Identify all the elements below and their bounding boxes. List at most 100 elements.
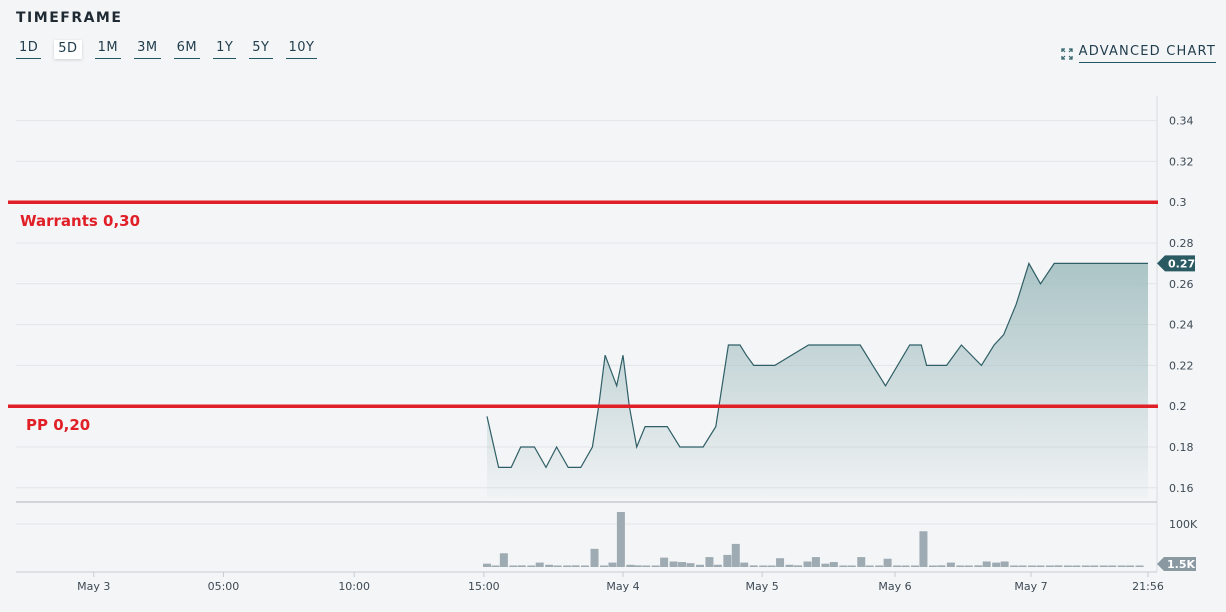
volume-bar (759, 565, 768, 567)
volume-bar (865, 565, 874, 567)
volume-bar (651, 565, 660, 567)
volume-bar (956, 565, 965, 567)
volume-bar (731, 543, 740, 567)
volume-bar (919, 531, 928, 567)
volume-bar (1081, 565, 1090, 567)
volume-bar (678, 562, 687, 567)
volume-bar (937, 565, 946, 567)
volume-bar (847, 565, 856, 567)
x-tick-label: 10:00 (338, 580, 370, 593)
volume-bar (581, 565, 590, 567)
volume-bar (695, 564, 704, 567)
volume-bar (1072, 565, 1081, 567)
warrants-annotation-label: Warrants 0,30 (20, 212, 141, 231)
x-tick-label: May 6 (878, 580, 911, 593)
volume-bar (669, 561, 678, 567)
volume-bar (1108, 565, 1117, 567)
volume-bar (705, 557, 714, 567)
volume-bar (571, 565, 580, 567)
x-tick-label: May 7 (1014, 580, 1047, 593)
y-tick-label: 0.18 (1169, 441, 1194, 454)
y-tick-label: 0.2 (1169, 400, 1187, 413)
volume-bar (509, 565, 518, 567)
x-tick-label: 05:00 (208, 580, 240, 593)
volume-bar (901, 565, 910, 567)
volume-bar (829, 562, 838, 567)
volume-bar (1000, 561, 1009, 567)
y-tick-label: 0.32 (1169, 155, 1194, 168)
y-tick-label: 0.3 (1169, 196, 1187, 209)
volume-bar (1045, 565, 1054, 567)
volume-bar (1099, 565, 1108, 567)
volume-bar (1063, 565, 1072, 567)
volume-bar (1117, 565, 1126, 567)
volume-bar (992, 562, 1001, 567)
volume-bar (660, 557, 669, 567)
volume-bar (767, 565, 776, 567)
volume-bar (893, 565, 902, 567)
volume-bar (563, 565, 572, 567)
volume-bar (821, 563, 830, 567)
volume-bar (600, 565, 609, 567)
volume-bar (527, 565, 536, 567)
volume-bar (545, 564, 554, 567)
volume-bar (483, 563, 491, 567)
x-tick-label: 21:56 (1132, 580, 1164, 593)
volume-bar (535, 562, 544, 567)
volume-bar (517, 565, 526, 567)
x-tick-label: May 4 (606, 580, 639, 593)
volume-bar (740, 562, 749, 567)
volume-bar (1010, 565, 1019, 567)
y-tick-label: 0.34 (1169, 115, 1194, 128)
volume-bar (633, 565, 642, 567)
volume-bar (964, 565, 973, 567)
volume-bar (723, 554, 732, 567)
volume-bar (946, 562, 955, 567)
volume-bar (785, 564, 794, 567)
price-chart[interactable]: 0.34 0.32 0.3 0.28 0.26 0.24 0.22 0.2 0.18 0.16 10… (0, 0, 1226, 612)
volume-bar (1018, 565, 1027, 567)
x-tick-label: May 3 (77, 580, 110, 593)
x-tick-label: 15:00 (468, 580, 500, 593)
y-tick-label: 0.24 (1169, 319, 1194, 332)
volume-bar (608, 562, 617, 567)
volume-bar (590, 548, 599, 567)
volume-bar (974, 565, 983, 567)
volume-bar (616, 512, 625, 567)
volume-bar (875, 565, 884, 567)
y-tick-label: 0.26 (1169, 278, 1194, 291)
volume-bar (911, 565, 920, 567)
pp-annotation-label: PP 0,20 (26, 416, 91, 435)
volume-bar (1036, 565, 1045, 567)
volume-bar (1054, 565, 1063, 567)
price-area (487, 263, 1148, 498)
volume-bar (1126, 565, 1135, 567)
volume-bar (499, 553, 508, 567)
volume-bar (749, 565, 758, 567)
volume-bar (1028, 565, 1037, 567)
volume-bar (626, 564, 635, 567)
volume-bar (1090, 565, 1099, 567)
volume-bar (642, 565, 651, 567)
volume-bar (811, 557, 820, 567)
price-last-label: 0.27 (1168, 257, 1195, 270)
volume-bar (553, 565, 562, 567)
volume-bar (928, 565, 937, 567)
volume-last-label: 1.5K (1167, 558, 1195, 571)
y-tick-label: 0.28 (1169, 237, 1194, 250)
volume-bar (686, 563, 695, 567)
volume-bar (857, 557, 866, 567)
volume-bar (803, 561, 812, 567)
volume-bar (1135, 565, 1144, 567)
y-tick-label: 0.22 (1169, 359, 1194, 372)
volume-bar (839, 565, 848, 567)
y-tick-label: 0.16 (1169, 482, 1194, 495)
volume-bar (713, 564, 722, 567)
volume-top-label: 100K (1169, 518, 1198, 531)
volume-bar (793, 565, 802, 567)
x-tick-label: May 5 (746, 580, 779, 593)
volume-bar (491, 565, 500, 567)
volume-bar (982, 561, 991, 567)
volume-bar (776, 558, 785, 567)
volume-bar (883, 558, 892, 567)
